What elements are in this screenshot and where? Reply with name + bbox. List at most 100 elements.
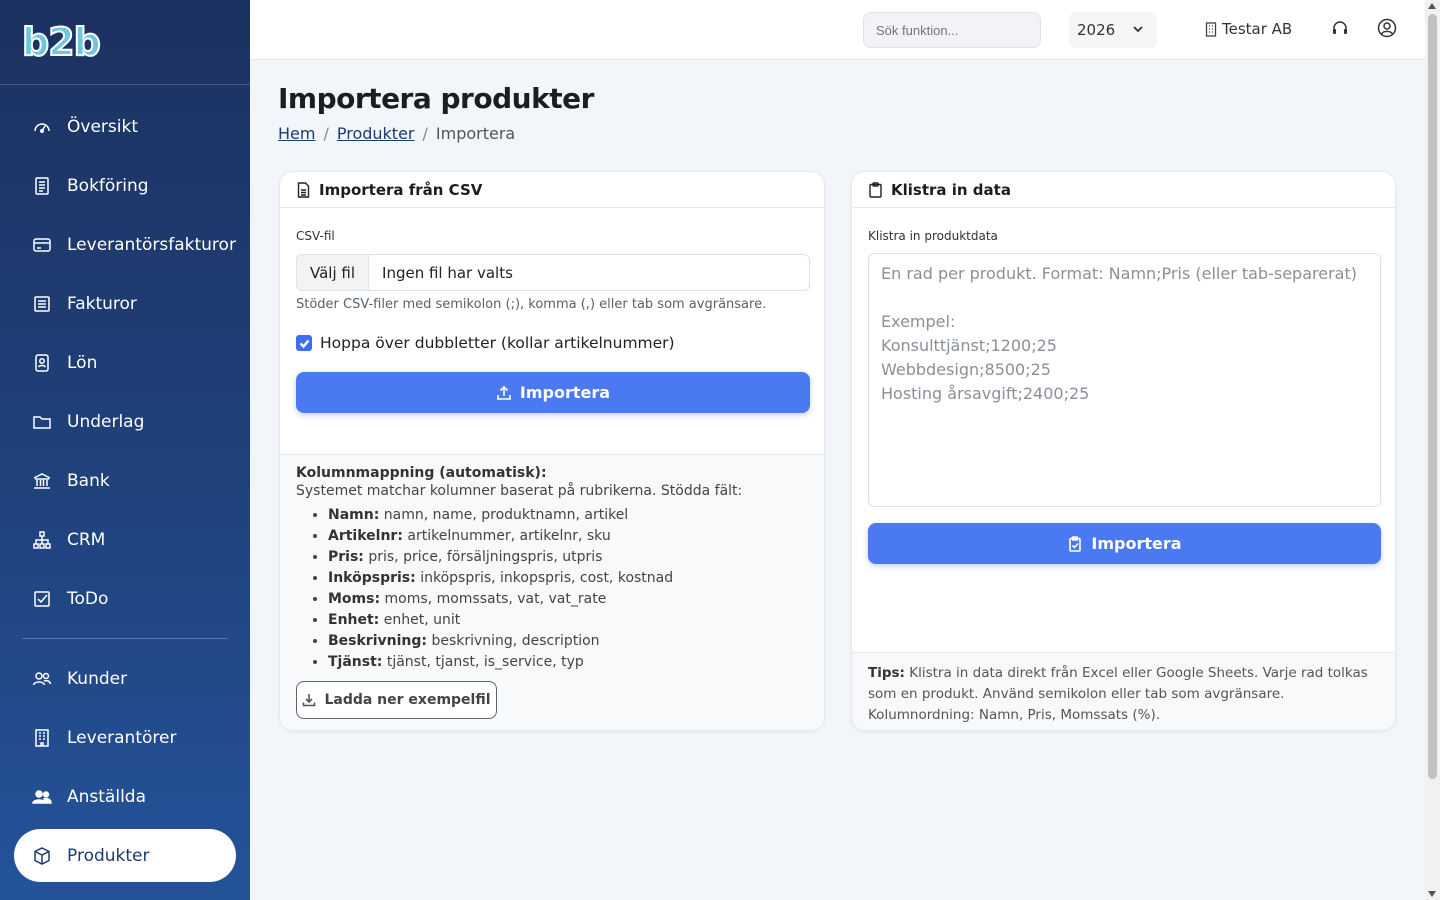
download-example-button[interactable]: Ladda ner exempelfil — [296, 681, 497, 719]
paste-tips: Tips: Klistra in data direkt från Excel … — [852, 652, 1395, 730]
page-scrollbar[interactable] — [1425, 0, 1440, 900]
sidebar-item-label: Anställda — [67, 786, 146, 807]
list-item: Inköpspris: inköpspris, inkopspris, cost… — [328, 568, 808, 589]
users-icon — [32, 669, 52, 689]
paste-data-textarea[interactable]: En rad per produkt. Format: Namn;Pris (e… — [868, 253, 1381, 507]
list-item: Namn: namn, name, produktnamn, artikel — [328, 505, 808, 526]
breadcrumb: Hem / Produkter / Importera — [278, 124, 515, 143]
sidebar-item-label: Leverantörer — [67, 727, 177, 748]
bank-icon — [32, 471, 52, 491]
sidebar-item-kunder[interactable]: Kunder — [0, 649, 250, 708]
payroll-icon — [32, 353, 52, 373]
paste-import-card: Klistra in data Klistra in produktdata E… — [851, 171, 1396, 731]
sidebar-item-produkter[interactable]: Produkter — [14, 829, 236, 882]
field-values: inköpspris, inkopspris, cost, kostnad — [420, 570, 674, 586]
file-status: Ingen fil har valts — [382, 263, 513, 282]
sidebar: b2b Översikt Bokföring Leverantörsfaktur… — [0, 0, 250, 900]
sidebar-item-leverantorsfakturor[interactable]: Leverantörsfakturor — [0, 215, 250, 274]
breadcrumb-home[interactable]: Hem — [278, 124, 315, 143]
sidebar-item-label: CRM — [67, 529, 106, 550]
sidebar-divider — [22, 638, 228, 639]
sidebar-item-label: Produkter — [67, 845, 150, 866]
card-header: Klistra in data — [852, 172, 1395, 208]
gauge-icon — [32, 117, 52, 137]
paste-import-button-label: Importera — [1091, 534, 1182, 553]
choose-file-button[interactable]: Välj fil — [297, 255, 370, 290]
sidebar-item-label: Fakturor — [67, 293, 137, 314]
download-example-label: Ladda ner exempelfil — [324, 692, 491, 708]
field-values: beskrivning, description — [431, 633, 600, 649]
logo[interactable]: b2b — [21, 19, 102, 65]
csv-help-text: Stöder CSV-filer med semikolon (;), komm… — [296, 297, 767, 312]
mapping-field-list: Namn: namn, name, produktnamn, artikel A… — [328, 505, 808, 673]
search-input[interactable] — [863, 12, 1041, 48]
csv-file-icon — [297, 181, 310, 198]
page-title: Importera produkter — [278, 82, 594, 115]
sidebar-item-bank[interactable]: Bank — [0, 451, 250, 510]
company-name: Testar AB — [1222, 20, 1293, 38]
scroll-up-arrow[interactable] — [1428, 3, 1436, 9]
breadcrumb-produkter[interactable]: Produkter — [337, 124, 415, 143]
checkbox-icon — [32, 589, 52, 609]
sidebar-item-bokforing[interactable]: Bokföring — [0, 156, 250, 215]
column-mapping-info: Kolumnmappning (automatisk): Systemet ma… — [280, 454, 824, 730]
scroll-thumb[interactable] — [1428, 14, 1437, 779]
skip-duplicates-label: Hoppa över dubbletter (kollar artikelnum… — [320, 334, 675, 352]
chevron-down-icon — [1133, 26, 1143, 33]
field-name: Artikelnr: — [328, 528, 403, 544]
csv-file-input[interactable]: Välj fil Ingen fil har valts — [296, 254, 810, 291]
sidebar-item-label: ToDo — [67, 588, 109, 609]
sidebar-item-label: Lön — [67, 352, 98, 373]
scroll-down-arrow[interactable] — [1428, 891, 1436, 897]
csv-import-button-label: Importera — [519, 383, 611, 402]
topbar: 2026 Testar AB — [250, 0, 1425, 60]
year-value: 2026 — [1077, 21, 1116, 39]
breadcrumb-separator: / — [422, 124, 428, 143]
sidebar-item-underlag[interactable]: Underlag — [0, 392, 250, 451]
company-switcher[interactable]: Testar AB — [1204, 20, 1292, 38]
sidebar-item-oversikt[interactable]: Översikt — [0, 97, 250, 156]
csv-import-button[interactable]: Importera — [296, 372, 810, 413]
list-item: Moms: moms, momssats, vat, vat_rate — [328, 589, 808, 610]
field-values: artikelnummer, artikelnr, sku — [407, 528, 611, 544]
clipboard-icon — [869, 181, 882, 198]
sidebar-item-leverantorer[interactable]: Leverantörer — [0, 708, 250, 767]
skip-duplicates-checkbox[interactable] — [296, 335, 312, 351]
sidebar-item-fakturor[interactable]: Fakturor — [0, 274, 250, 333]
field-name: Namn: — [328, 507, 380, 523]
breadcrumb-current: Importera — [435, 124, 516, 143]
field-values: enhet, unit — [383, 612, 461, 628]
building-icon — [32, 728, 52, 748]
sidebar-item-label: Leverantörsfakturor — [67, 234, 236, 255]
credit-card-icon — [32, 235, 52, 255]
sidebar-item-todo[interactable]: ToDo — [0, 569, 250, 628]
list-item: Enhet: enhet, unit — [328, 610, 808, 631]
sidebar-item-crm[interactable]: CRM — [0, 510, 250, 569]
sidebar-item-label: Kunder — [67, 668, 128, 689]
tips-text: Tips: Klistra in data direkt från Excel … — [852, 653, 1395, 730]
card-header: Importera från CSV — [280, 172, 824, 208]
field-values: tjänst, tjanst, is_service, typ — [386, 654, 584, 670]
card-title: Klistra in data — [891, 180, 1011, 199]
logo-area: b2b — [0, 0, 250, 85]
headset-icon[interactable] — [1331, 19, 1349, 37]
sidebar-item-label: Underlag — [67, 411, 145, 432]
box-icon — [32, 846, 52, 866]
list-item: Beskrivning: beskrivning, description — [328, 631, 808, 652]
list-item: Artikelnr: artikelnummer, artikelnr, sku — [328, 526, 808, 547]
field-name: Inköpspris: — [328, 570, 416, 586]
download-icon — [303, 694, 316, 707]
checkmark-icon — [299, 339, 309, 348]
user-icon[interactable] — [1377, 18, 1397, 38]
building-icon — [1205, 21, 1217, 37]
field-values: pris, price, försäljningspris, utpris — [368, 549, 603, 565]
paste-import-button[interactable]: Importera — [868, 523, 1381, 564]
skip-duplicates-option[interactable]: Hoppa över dubbletter (kollar artikelnum… — [296, 334, 675, 352]
list-item: Pris: pris, price, försäljningspris, utp… — [328, 547, 808, 568]
mapping-title: Kolumnmappning (automatisk): — [296, 465, 547, 481]
field-name: Tjänst: — [328, 654, 383, 670]
list-item: Tjänst: tjänst, tjanst, is_service, typ — [328, 652, 808, 673]
year-select[interactable]: 2026 — [1069, 12, 1157, 48]
sidebar-item-anstallda[interactable]: Anställda — [0, 767, 250, 826]
sidebar-item-lon[interactable]: Lön — [0, 333, 250, 392]
